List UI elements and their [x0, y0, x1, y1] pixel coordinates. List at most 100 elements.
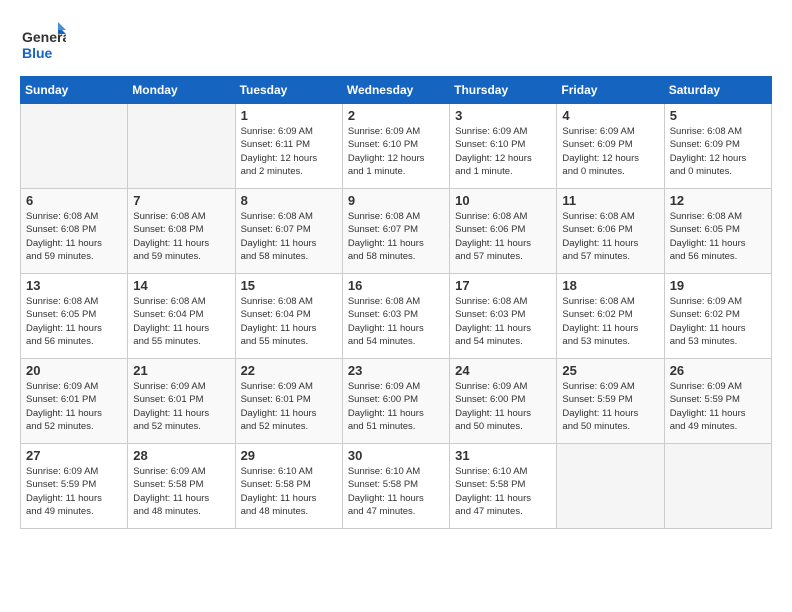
calendar-cell: 15 Sunrise: 6:08 AM Sunset: 6:04 PM Dayli…	[235, 274, 342, 359]
calendar-cell: 2Sunrise: 6:09 AM Sunset: 6:10 PM Daylig…	[342, 104, 449, 189]
week-row-3: 13 Sunrise: 6:08 AM Sunset: 6:05 PM Dayli…	[21, 274, 772, 359]
calendar-cell: 8 Sunrise: 6:08 AM Sunset: 6:07 PM Daylig…	[235, 189, 342, 274]
calendar-cell: 19Sunrise: 6:09 AM Sunset: 6:02 PM Dayli…	[664, 274, 771, 359]
calendar-cell: 3Sunrise: 6:09 AM Sunset: 6:10 PM Daylig…	[450, 104, 557, 189]
header-friday: Friday	[557, 77, 664, 104]
day-info: Sunrise: 6:09 AM Sunset: 6:01 PM Dayligh…	[26, 380, 122, 433]
calendar-cell: 6 Sunrise: 6:08 AM Sunset: 6:08 PM Daylig…	[21, 189, 128, 274]
calendar-cell: 14 Sunrise: 6:08 AM Sunset: 6:04 PM Dayli…	[128, 274, 235, 359]
day-number: 20	[26, 363, 122, 378]
day-number: 4	[562, 108, 658, 123]
calendar-cell: 26 Sunrise: 6:09 AM Sunset: 5:59 PM Dayli…	[664, 359, 771, 444]
calendar-cell: 25Sunrise: 6:09 AM Sunset: 5:59 PM Dayli…	[557, 359, 664, 444]
day-number: 3	[455, 108, 551, 123]
day-info: Sunrise: 6:08 AM Sunset: 6:02 PM Dayligh…	[562, 295, 658, 348]
calendar-cell	[128, 104, 235, 189]
day-number: 13	[26, 278, 122, 293]
calendar-cell: 29 Sunrise: 6:10 AM Sunset: 5:58 PM Dayli…	[235, 444, 342, 529]
day-number: 15	[241, 278, 337, 293]
calendar-table: SundayMondayTuesdayWednesdayThursdayFrid…	[20, 76, 772, 529]
day-info: Sunrise: 6:09 AM Sunset: 6:01 PM Dayligh…	[133, 380, 229, 433]
day-info: Sunrise: 6:08 AM Sunset: 6:04 PM Dayligh…	[241, 295, 337, 348]
calendar-cell: 11 Sunrise: 6:08 AM Sunset: 6:06 PM Dayli…	[557, 189, 664, 274]
day-info: Sunrise: 6:09 AM Sunset: 5:59 PM Dayligh…	[562, 380, 658, 433]
day-info: Sunrise: 6:10 AM Sunset: 5:58 PM Dayligh…	[241, 465, 337, 518]
day-number: 21	[133, 363, 229, 378]
calendar-cell: 5 Sunrise: 6:08 AM Sunset: 6:09 PM Daylig…	[664, 104, 771, 189]
day-number: 17	[455, 278, 551, 293]
day-number: 26	[670, 363, 766, 378]
day-info: Sunrise: 6:08 AM Sunset: 6:07 PM Dayligh…	[348, 210, 444, 263]
calendar-cell: 27 Sunrise: 6:09 AM Sunset: 5:59 PM Dayli…	[21, 444, 128, 529]
day-number: 24	[455, 363, 551, 378]
calendar-cell: 10Sunrise: 6:08 AM Sunset: 6:06 PM Dayli…	[450, 189, 557, 274]
day-info: Sunrise: 6:09 AM Sunset: 6:10 PM Dayligh…	[348, 125, 444, 178]
day-number: 30	[348, 448, 444, 463]
header-saturday: Saturday	[664, 77, 771, 104]
day-info: Sunrise: 6:09 AM Sunset: 5:59 PM Dayligh…	[26, 465, 122, 518]
calendar-header-row: SundayMondayTuesdayWednesdayThursdayFrid…	[21, 77, 772, 104]
week-row-2: 6 Sunrise: 6:08 AM Sunset: 6:08 PM Daylig…	[21, 189, 772, 274]
day-info: Sunrise: 6:09 AM Sunset: 5:59 PM Dayligh…	[670, 380, 766, 433]
day-info: Sunrise: 6:08 AM Sunset: 6:08 PM Dayligh…	[26, 210, 122, 263]
calendar-cell: 23 Sunrise: 6:09 AM Sunset: 6:00 PM Dayli…	[342, 359, 449, 444]
day-number: 10	[455, 193, 551, 208]
day-info: Sunrise: 6:08 AM Sunset: 6:06 PM Dayligh…	[562, 210, 658, 263]
header-sunday: Sunday	[21, 77, 128, 104]
calendar-cell: 7 Sunrise: 6:08 AM Sunset: 6:08 PM Daylig…	[128, 189, 235, 274]
day-info: Sunrise: 6:09 AM Sunset: 6:00 PM Dayligh…	[348, 380, 444, 433]
calendar-cell: 31 Sunrise: 6:10 AM Sunset: 5:58 PM Dayli…	[450, 444, 557, 529]
day-number: 31	[455, 448, 551, 463]
day-number: 16	[348, 278, 444, 293]
day-number: 22	[241, 363, 337, 378]
logo-svg: General Blue	[20, 20, 66, 66]
calendar-cell	[664, 444, 771, 529]
day-number: 6	[26, 193, 122, 208]
day-info: Sunrise: 6:08 AM Sunset: 6:09 PM Dayligh…	[670, 125, 766, 178]
day-info: Sunrise: 6:10 AM Sunset: 5:58 PM Dayligh…	[348, 465, 444, 518]
calendar-cell: 4 Sunrise: 6:09 AM Sunset: 6:09 PM Daylig…	[557, 104, 664, 189]
day-info: Sunrise: 6:08 AM Sunset: 6:03 PM Dayligh…	[348, 295, 444, 348]
calendar-cell	[557, 444, 664, 529]
calendar-cell: 16 Sunrise: 6:08 AM Sunset: 6:03 PM Dayli…	[342, 274, 449, 359]
calendar-cell	[21, 104, 128, 189]
logo: General Blue	[20, 20, 66, 66]
day-info: Sunrise: 6:08 AM Sunset: 6:05 PM Dayligh…	[26, 295, 122, 348]
day-number: 23	[348, 363, 444, 378]
day-number: 1	[241, 108, 337, 123]
day-number: 19	[670, 278, 766, 293]
calendar-cell: 9 Sunrise: 6:08 AM Sunset: 6:07 PM Daylig…	[342, 189, 449, 274]
day-info: Sunrise: 6:09 AM Sunset: 5:58 PM Dayligh…	[133, 465, 229, 518]
header-thursday: Thursday	[450, 77, 557, 104]
calendar-cell: 22Sunrise: 6:09 AM Sunset: 6:01 PM Dayli…	[235, 359, 342, 444]
week-row-5: 27 Sunrise: 6:09 AM Sunset: 5:59 PM Dayli…	[21, 444, 772, 529]
day-info: Sunrise: 6:08 AM Sunset: 6:07 PM Dayligh…	[241, 210, 337, 263]
day-number: 29	[241, 448, 337, 463]
day-number: 9	[348, 193, 444, 208]
day-info: Sunrise: 6:08 AM Sunset: 6:03 PM Dayligh…	[455, 295, 551, 348]
calendar-cell: 20 Sunrise: 6:09 AM Sunset: 6:01 PM Dayli…	[21, 359, 128, 444]
day-info: Sunrise: 6:10 AM Sunset: 5:58 PM Dayligh…	[455, 465, 551, 518]
week-row-1: 1Sunrise: 6:09 AM Sunset: 6:11 PM Daylig…	[21, 104, 772, 189]
header-wednesday: Wednesday	[342, 77, 449, 104]
svg-text:Blue: Blue	[22, 45, 53, 61]
page-header: General Blue	[20, 20, 772, 66]
day-info: Sunrise: 6:09 AM Sunset: 6:09 PM Dayligh…	[562, 125, 658, 178]
day-info: Sunrise: 6:08 AM Sunset: 6:04 PM Dayligh…	[133, 295, 229, 348]
header-tuesday: Tuesday	[235, 77, 342, 104]
day-number: 7	[133, 193, 229, 208]
calendar-cell: 21 Sunrise: 6:09 AM Sunset: 6:01 PM Dayli…	[128, 359, 235, 444]
day-number: 12	[670, 193, 766, 208]
day-number: 18	[562, 278, 658, 293]
day-info: Sunrise: 6:08 AM Sunset: 6:08 PM Dayligh…	[133, 210, 229, 263]
day-number: 27	[26, 448, 122, 463]
header-monday: Monday	[128, 77, 235, 104]
day-number: 5	[670, 108, 766, 123]
calendar-cell: 1Sunrise: 6:09 AM Sunset: 6:11 PM Daylig…	[235, 104, 342, 189]
day-number: 8	[241, 193, 337, 208]
calendar-cell: 17 Sunrise: 6:08 AM Sunset: 6:03 PM Dayli…	[450, 274, 557, 359]
day-number: 11	[562, 193, 658, 208]
day-info: Sunrise: 6:09 AM Sunset: 6:00 PM Dayligh…	[455, 380, 551, 433]
day-number: 14	[133, 278, 229, 293]
calendar-cell: 13 Sunrise: 6:08 AM Sunset: 6:05 PM Dayli…	[21, 274, 128, 359]
